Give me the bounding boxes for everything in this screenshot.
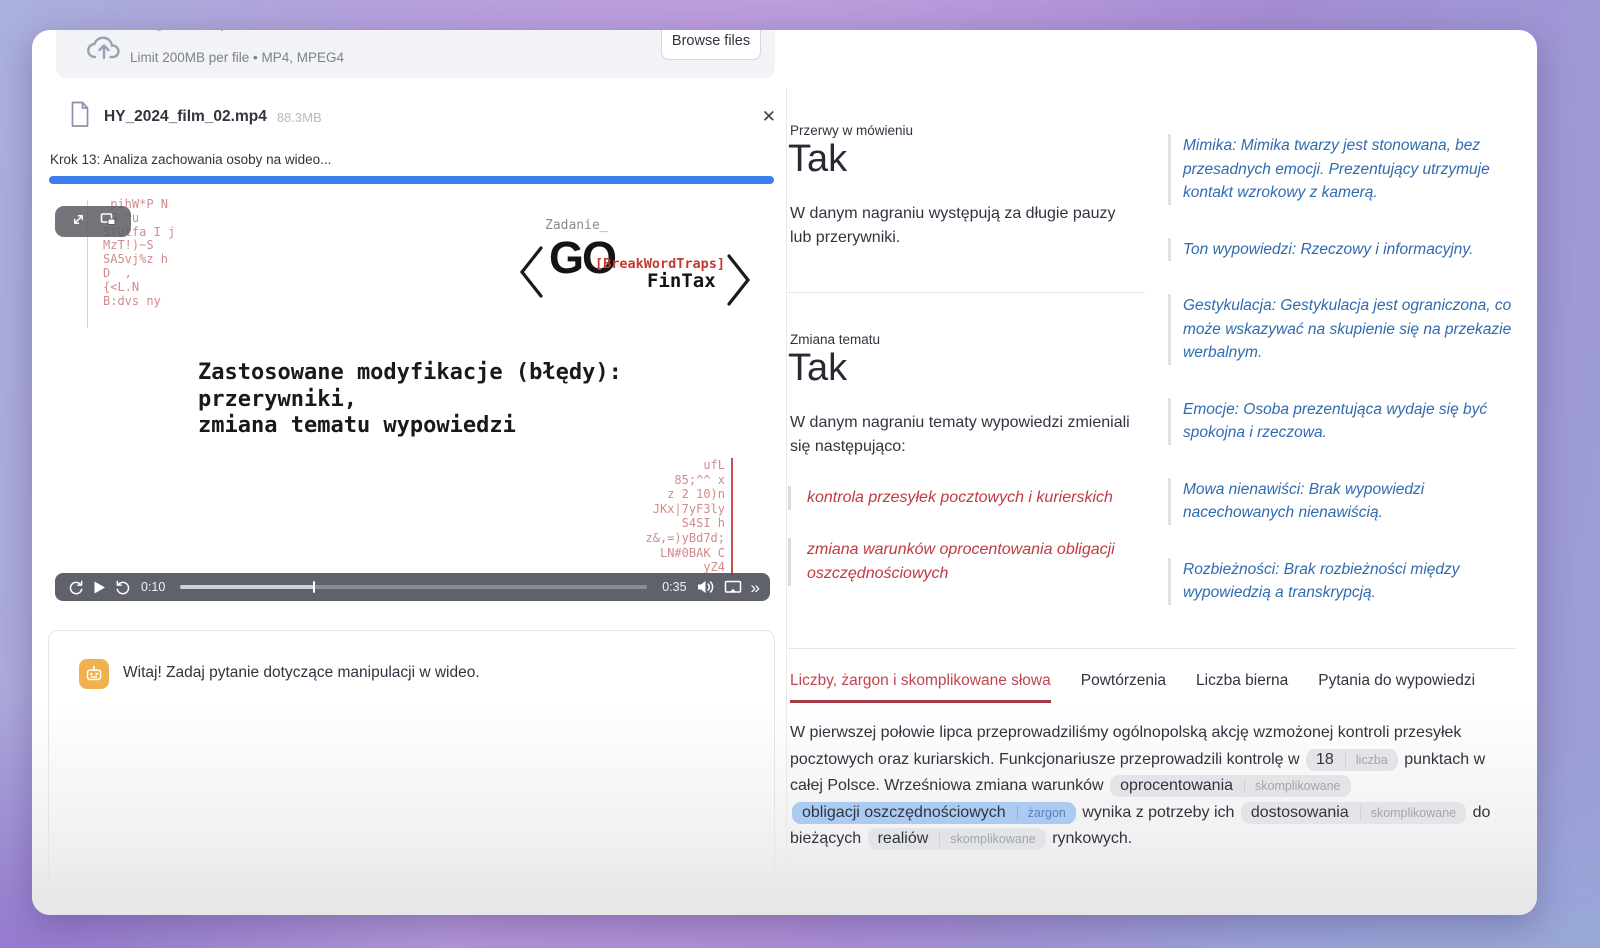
desktop-background: Drag and drop file here Limit 200MB per … (0, 0, 1600, 948)
highlight-liczba: 18 liczba (1306, 749, 1398, 771)
topic-quote: kontrola przesyłek pocztowych i kuriersk… (788, 486, 1158, 510)
slide-task-label: Zadanie_ (545, 218, 608, 233)
topic-quote: zmiana warunków oprocentowania obligacji… (788, 538, 1158, 586)
fullscreen-icon[interactable] (71, 212, 86, 232)
video-overlay-controls[interactable] (55, 206, 131, 237)
logo-right-bracket-icon (725, 252, 753, 313)
tab-liczba-bierna[interactable]: Liczba bierna (1196, 672, 1288, 703)
column-divider (786, 88, 787, 888)
highlight-word: dostosowania (1251, 804, 1349, 821)
progress-bar (49, 176, 774, 184)
observation-quote: Emocje: Osoba prezentująca wydaje się by… (1168, 398, 1526, 445)
noise-line: D , (103, 267, 175, 281)
highlight-category: skomplikowane (1244, 779, 1340, 793)
file-icon (70, 101, 90, 133)
picture-in-picture-icon[interactable] (100, 212, 116, 231)
file-name: HY_2024_film_02.mp4 (104, 108, 267, 126)
highlight-skomplikowane: realiów skomplikowane (868, 828, 1046, 850)
logo-left-bracket-icon (517, 244, 545, 305)
forward-15-icon[interactable] (115, 579, 132, 596)
playback-speed-icon[interactable]: » (751, 579, 758, 596)
transcript-text: W pierwszej połowie lipca przeprowadzili… (790, 720, 1508, 853)
remove-file-icon[interactable]: ✕ (762, 107, 776, 127)
seek-handle[interactable] (313, 581, 316, 593)
highlight-word: oprocentowania (1120, 777, 1233, 794)
app-window: Drag and drop file here Limit 200MB per … (32, 30, 1537, 915)
tab-powt-rzenia[interactable]: Powtórzenia (1081, 672, 1166, 703)
slide-headline: Zastosowane modyfikacje (błędy):przerywn… (198, 360, 622, 440)
observation-quote: Gestykulacja: Gestykulacja jest ogranicz… (1168, 294, 1526, 365)
highlight-word: 18 (1316, 751, 1334, 768)
seek-bar[interactable] (180, 585, 647, 589)
highlight-skomplikowane: dostosowania skomplikowane (1241, 802, 1466, 824)
chat-panel[interactable]: Witaj! Zadaj pytanie dotyczące manipulac… (48, 630, 775, 908)
highlight-skomplikowane: oprocentowania skomplikowane (1110, 775, 1350, 797)
noise-line: ufL (646, 458, 725, 473)
highlight-word: obligacji oszczędnościowych (802, 804, 1006, 821)
section-description-topic-change: W danym nagraniu tematy wypowiedzi zmien… (790, 411, 1134, 459)
file-dropzone[interactable]: Drag and drop file here Limit 200MB per … (56, 30, 775, 78)
headline-line: zmiana tematu wypowiedzi (198, 413, 622, 440)
logo-fintax-text: FinTax (647, 270, 716, 292)
highlight-category: skomplikowane (1360, 806, 1456, 820)
tab-liczby-argon-i-skomplikowane-s-owa[interactable]: Liczby, żargon i skomplikowane słowa (790, 672, 1051, 703)
current-time: 0:10 (141, 580, 165, 594)
highlight-category: liczba (1345, 753, 1388, 767)
chat-welcome-message: Witaj! Zadaj pytanie dotyczące manipulac… (123, 664, 480, 682)
section-value-pauses: Tak (788, 137, 847, 181)
noise-line: LN#0BAK C (646, 546, 725, 561)
observation-quote: Ton wypowiedzi: Rzeczowy i informacyjny. (1168, 238, 1526, 262)
progress-status-text: Krok 13: Analiza zachowania osoby na wid… (50, 152, 331, 167)
analysis-tabs: Liczby, żargon i skomplikowane słowa Powt… (790, 672, 1475, 703)
noise-line: z&,=)yBd7d; (646, 531, 725, 546)
file-size: 88.3MB (277, 110, 322, 125)
video-player: pihW*P N G ^uSYUlfa I jMzT!)~SSA5vj%z hD… (49, 190, 775, 610)
volume-icon[interactable] (696, 579, 715, 595)
noise-line: MzT!)~S (103, 239, 175, 253)
assistant-avatar (79, 659, 109, 689)
noise-line: S4SI h (646, 516, 725, 531)
observation-quote: Mowa nienawiści: Brak wypowiedzi nacecho… (1168, 478, 1526, 525)
uploaded-file-row: HY_2024_film_02.mp4 88.3MB ✕ (70, 100, 776, 134)
rewind-15-icon[interactable] (67, 579, 84, 596)
slide-noise-text-bottom: ufL85;^^ xz 2 10)nJKx|7yF3lyS4SI hz&,=)y… (646, 458, 733, 575)
section-value-topic-change: Tak (788, 346, 847, 390)
noise-line: SA5vj%z h (103, 253, 175, 267)
browse-files-button[interactable]: Browse files (661, 30, 761, 60)
section-label-topic-change: Zmiana tematu (790, 332, 880, 347)
section-label-pauses: Przerwy w mówieniu (790, 123, 913, 138)
observation-quote: Mimika: Mimika twarzy jest stonowana, be… (1168, 134, 1526, 205)
upload-cloud-icon (84, 34, 124, 69)
tab-pytania-do-wypowiedzi[interactable]: Pytania do wypowiedzi (1318, 672, 1475, 703)
behavior-observations: Mimika: Mimika twarzy jest stonowana, be… (1168, 134, 1526, 605)
cast-screen-icon[interactable] (724, 580, 742, 595)
noise-line: 85;^^ x (646, 473, 725, 488)
noise-line: z 2 10)n (646, 487, 725, 502)
highlight-category: żargon (1017, 806, 1066, 820)
noise-line: B:dvs ny (103, 295, 175, 309)
noise-line: JKx|7yF3ly (646, 502, 725, 517)
tabs-divider (788, 648, 1516, 649)
section-description-pauses: W danym nagraniu występują za długie pau… (790, 202, 1126, 250)
highlight-word: realiów (878, 830, 929, 847)
headline-line: przerywniki, (198, 387, 622, 414)
video-control-bar: 0:10 0:35 » (55, 573, 770, 601)
dropzone-hint: Drag and drop file here (130, 30, 289, 32)
section-divider (788, 292, 1145, 293)
video-progress-played (180, 585, 314, 589)
highlight-żargon: obligacji oszczędnościowych żargon (792, 802, 1076, 824)
observation-quote: Rozbieżności: Brak rozbieżności między w… (1168, 558, 1526, 605)
highlight-category: skomplikowane (939, 832, 1035, 846)
noise-line: {<L.N (103, 281, 175, 295)
play-icon[interactable] (93, 580, 106, 595)
topic-quotes: kontrola przesyłek pocztowych i kuriersk… (788, 486, 1158, 614)
headline-line: Zastosowane modyfikacje (błędy): (198, 360, 622, 387)
dropzone-limit-text: Limit 200MB per file • MP4, MPEG4 (130, 50, 344, 65)
duration: 0:35 (662, 580, 686, 594)
